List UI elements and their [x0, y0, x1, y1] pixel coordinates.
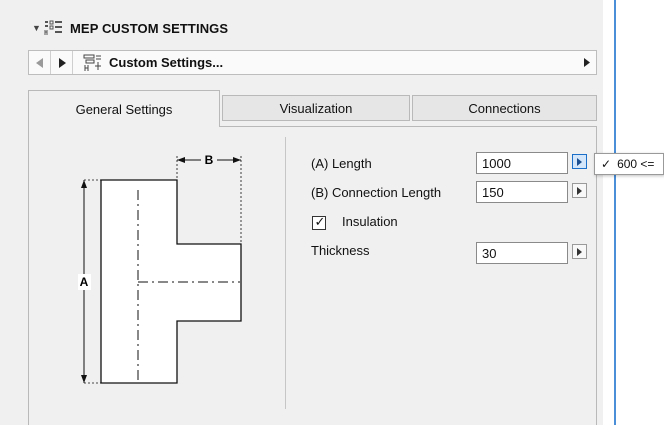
tab-general-settings[interactable]: General Settings	[28, 90, 220, 127]
triangle-right-icon	[577, 186, 582, 195]
length-field[interactable]: 1000	[476, 152, 568, 174]
checkmark-icon: ✓	[601, 157, 612, 171]
prev-button[interactable]	[29, 51, 51, 74]
length-presets-popup[interactable]: ✓ 600 <=	[594, 153, 664, 175]
connection-length-field[interactable]: 150	[476, 181, 568, 203]
dropdown-arrow-icon[interactable]	[584, 58, 590, 67]
next-button[interactable]	[51, 51, 73, 74]
thickness-row: Thickness	[311, 239, 370, 261]
favorites-title[interactable]: Custom Settings...	[109, 55, 223, 70]
panel-title: MEP CUSTOM SETTINGS	[70, 20, 229, 36]
custom-settings-icon	[83, 54, 101, 71]
thickness-field[interactable]: 30	[476, 242, 568, 264]
tee-fitting-diagram: A B	[78, 152, 242, 384]
tab-visualization[interactable]: Visualization	[222, 95, 410, 121]
mep-settings-panel: ▼ MEP CUSTOM SETTINGS Custom Settings...…	[0, 0, 603, 425]
triangle-right-icon	[58, 57, 66, 68]
insulation-checkbox[interactable]: ✓	[312, 214, 326, 230]
length-label: (A) Length	[311, 155, 372, 171]
settings-tabs: General Settings Visualization Connectio…	[28, 90, 597, 127]
collapse-caret-icon[interactable]: ▼	[32, 23, 44, 33]
mep-settings-icon	[44, 20, 62, 35]
connection-length-presets-button[interactable]	[572, 183, 587, 198]
panel-header[interactable]: ▼ MEP CUSTOM SETTINGS	[32, 17, 228, 39]
favorites-navbar: Custom Settings...	[28, 50, 597, 75]
connection-length-label: (B) Connection Length	[311, 184, 442, 200]
dimension-b-label: B	[205, 153, 214, 167]
content-divider	[285, 137, 286, 409]
length-presets-button[interactable]	[572, 154, 587, 169]
thickness-presets-button[interactable]	[572, 244, 587, 259]
dimension-a-label: A	[80, 275, 89, 289]
thickness-label: Thickness	[311, 242, 370, 258]
window-edge	[614, 0, 616, 425]
insulation-label[interactable]: Insulation	[342, 214, 398, 229]
tab-connections[interactable]: Connections	[412, 95, 597, 121]
length-row: (A) Length	[311, 152, 372, 174]
triangle-right-icon	[577, 157, 582, 166]
triangle-left-icon	[35, 57, 43, 68]
triangle-right-icon	[577, 247, 582, 256]
connection-length-row: (B) Connection Length	[311, 181, 441, 203]
popup-item-text[interactable]: 600 <=	[617, 157, 654, 171]
checkmark-icon: ✓	[314, 214, 326, 229]
